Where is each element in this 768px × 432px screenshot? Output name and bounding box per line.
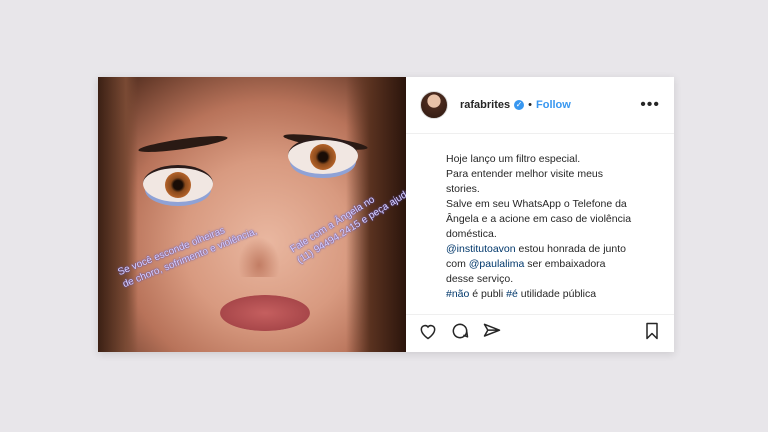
post-header: rafabrites ✓ • Follow ••• (406, 77, 674, 134)
hair-left (98, 77, 138, 352)
caption-line: Hoje lanço um filtro especial. (446, 153, 581, 165)
caption-text: utilidade pública (517, 288, 597, 300)
caption-line: stories. (446, 183, 480, 195)
bookmark-icon[interactable] (642, 321, 662, 346)
send-icon[interactable] (482, 321, 502, 346)
username[interactable]: rafabrites (460, 99, 510, 111)
caption-line: desse serviço. (446, 273, 514, 285)
caption-text: é publi (469, 288, 507, 300)
post-caption: Hoje lanço um filtro especial. Para ente… (406, 134, 674, 314)
hashtag-e[interactable]: #é (506, 288, 518, 300)
caption-text: estou honrada de junto (515, 243, 626, 255)
caption-line: #não é publi #é utilidade pública (446, 287, 660, 302)
comment-icon[interactable] (450, 321, 470, 346)
caption-line: Ângela e a acione em caso de violência (446, 213, 632, 225)
more-options-icon[interactable]: ••• (640, 97, 660, 113)
post-sidebar: rafabrites ✓ • Follow ••• Hoje lanço um … (406, 77, 674, 352)
caption-text: com (446, 258, 469, 270)
heart-icon[interactable] (418, 321, 438, 346)
caption-line: Para entender melhor visite meus (446, 168, 603, 180)
left-iris (165, 172, 191, 198)
left-eyebrow (137, 132, 229, 156)
left-eye (143, 165, 213, 202)
separator-dot: • (528, 99, 532, 111)
caption-text: ser embaixadora (524, 258, 606, 270)
avatar[interactable] (420, 91, 448, 119)
mention-paulalima[interactable]: @paulalima (469, 258, 525, 270)
caption-line: com @paulalima ser embaixadora (446, 257, 660, 272)
caption-line: @institutoavon estou honrada de junto (446, 242, 660, 257)
hashtag-nao[interactable]: #não (446, 288, 469, 300)
verified-badge-icon: ✓ (514, 100, 525, 110)
post-photo[interactable]: Se você esconde olheiras de choro, sofri… (98, 77, 406, 352)
right-eye (288, 137, 358, 174)
caption-line: doméstica. (446, 228, 497, 240)
right-iris (310, 144, 336, 170)
instagram-post-card: Se você esconde olheiras de choro, sofri… (98, 77, 674, 352)
action-bar (406, 314, 674, 352)
lips (220, 295, 310, 331)
mention-institutoavon[interactable]: @institutoavon (446, 243, 516, 255)
follow-button[interactable]: Follow (536, 99, 571, 111)
caption-line: Salve em seu WhatsApp o Telefone da (446, 198, 627, 210)
